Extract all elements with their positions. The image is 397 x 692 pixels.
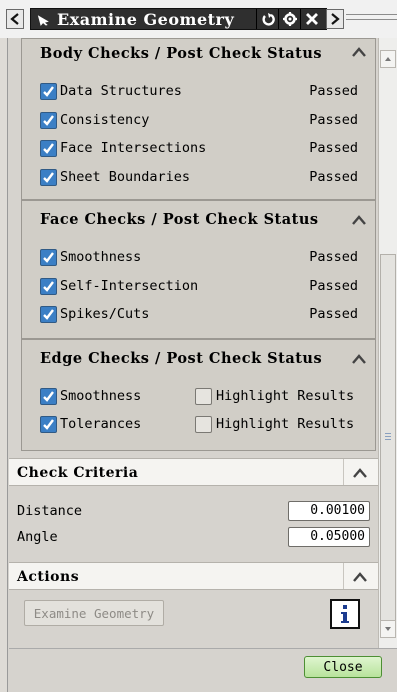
- sheet-boundaries-checkbox[interactable]: [40, 169, 57, 186]
- sheet-boundaries-label: Sheet Boundaries: [60, 169, 191, 185]
- chevron-up-icon[interactable]: [352, 570, 368, 584]
- self-intersection-label: Self-Intersection: [60, 278, 199, 294]
- chevron-left-icon[interactable]: [6, 9, 24, 29]
- check-row-smoothness: Smoothness Passed: [40, 247, 370, 269]
- scrollbar-thumb[interactable]: [380, 254, 396, 624]
- actions-header[interactable]: Actions: [9, 562, 378, 590]
- spikes-cuts-checkbox[interactable]: [40, 306, 57, 323]
- self-intersection-status: Passed: [309, 278, 358, 294]
- tolerances-label: Tolerances: [60, 416, 142, 432]
- dialog-title: Examine Geometry: [57, 9, 235, 29]
- info-icon[interactable]: [330, 599, 360, 629]
- scroll-down-button[interactable]: [380, 620, 396, 638]
- tolerances-highlight-checkbox[interactable]: [195, 416, 212, 433]
- actions-title: Actions: [17, 569, 80, 585]
- close-icon[interactable]: [300, 9, 323, 29]
- face-intersections-checkbox[interactable]: [40, 140, 57, 157]
- check-row-spikes-cuts: Spikes/Cuts Passed: [40, 304, 370, 326]
- data-structures-checkbox[interactable]: [40, 83, 57, 100]
- vertical-scrollbar[interactable]: [378, 38, 397, 648]
- consistency-label: Consistency: [60, 112, 150, 128]
- face-checks-header[interactable]: Face Checks / Post Check Status: [22, 201, 375, 231]
- self-intersection-checkbox[interactable]: [40, 278, 57, 295]
- examine-geometry-button[interactable]: Examine Geometry: [24, 600, 164, 626]
- body-checks-group: Body Checks / Post Check Status Data Str…: [21, 38, 376, 200]
- gear-icon[interactable]: [278, 9, 301, 29]
- angle-label: Angle: [17, 529, 58, 545]
- face-smoothness-checkbox[interactable]: [40, 249, 57, 266]
- title-bar: Examine Geometry: [0, 0, 397, 38]
- dialog-footer: Close: [9, 648, 397, 692]
- selection-arrow-icon: [31, 9, 55, 29]
- face-smoothness-label: Smoothness: [60, 249, 142, 265]
- body-checks-header[interactable]: Body Checks / Post Check Status: [22, 39, 375, 69]
- header-separator: [343, 459, 344, 485]
- face-intersections-label: Face Intersections: [60, 140, 207, 156]
- tolerances-highlight-label: Highlight Results: [216, 416, 355, 432]
- face-intersections-status: Passed: [309, 140, 358, 156]
- edge-checks-title: Edge Checks / Post Check Status: [40, 350, 323, 367]
- check-row-face-intersections: Face Intersections Passed: [40, 138, 370, 160]
- edge-checks-header[interactable]: Edge Checks / Post Check Status: [22, 340, 375, 370]
- chevron-up-icon[interactable]: [351, 45, 367, 59]
- consistency-status: Passed: [309, 112, 358, 128]
- edge-row-tolerances: Tolerances Highlight Results: [40, 414, 370, 436]
- distance-input[interactable]: 0.00100: [288, 501, 370, 521]
- check-criteria-title: Check Criteria: [17, 465, 139, 481]
- angle-input[interactable]: 0.05000: [288, 527, 370, 547]
- edge-row-smoothness: Smoothness Highlight Results: [40, 386, 370, 408]
- chevron-right-icon[interactable]: [326, 9, 344, 29]
- chevron-up-icon[interactable]: [351, 213, 367, 227]
- actions-section: Actions: [9, 562, 378, 602]
- smoothness-highlight-label: Highlight Results: [216, 388, 355, 404]
- face-smoothness-status: Passed: [309, 249, 358, 265]
- check-row-consistency: Consistency Passed: [40, 110, 370, 132]
- distance-row: Distance 0.00100: [9, 498, 378, 524]
- left-edge-strip: [0, 38, 8, 692]
- data-structures-label: Data Structures: [60, 83, 182, 99]
- tolerances-checkbox[interactable]: [40, 416, 57, 433]
- edge-checks-group: Edge Checks / Post Check Status Smoothne…: [21, 339, 376, 451]
- data-structures-status: Passed: [309, 83, 358, 99]
- reset-icon[interactable]: [256, 9, 279, 29]
- check-criteria-section: Check Criteria Distance 0.00100 Angle 0.…: [9, 458, 378, 552]
- close-button[interactable]: Close: [304, 656, 382, 678]
- sheet-boundaries-status: Passed: [309, 169, 358, 185]
- face-checks-title: Face Checks / Post Check Status: [40, 211, 319, 228]
- check-row-data-structures: Data Structures Passed: [40, 81, 370, 103]
- scrollbar-grip: [385, 433, 391, 443]
- body-checks-title: Body Checks / Post Check Status: [40, 45, 323, 62]
- check-criteria-header[interactable]: Check Criteria: [9, 458, 378, 486]
- spikes-cuts-status: Passed: [309, 306, 358, 322]
- header-separator: [343, 563, 344, 589]
- chevron-up-icon[interactable]: [351, 352, 367, 366]
- check-row-self-intersection: Self-Intersection Passed: [40, 276, 370, 298]
- dialog-scroll-area: Body Checks / Post Check Status Data Str…: [9, 38, 378, 648]
- distance-label: Distance: [17, 503, 83, 519]
- smoothness-highlight-checkbox[interactable]: [195, 388, 212, 405]
- title-decoration-lines: [346, 14, 397, 24]
- angle-row: Angle 0.05000: [9, 524, 378, 550]
- edge-smoothness-checkbox[interactable]: [40, 388, 57, 405]
- dialog-title-box: Examine Geometry: [30, 8, 327, 30]
- check-row-sheet-boundaries: Sheet Boundaries Passed: [40, 167, 370, 189]
- edge-smoothness-label: Smoothness: [60, 388, 142, 404]
- spikes-cuts-label: Spikes/Cuts: [60, 306, 150, 322]
- chevron-up-icon[interactable]: [352, 466, 368, 480]
- face-checks-group: Face Checks / Post Check Status Smoothne…: [21, 200, 376, 339]
- scroll-up-button[interactable]: [380, 50, 396, 68]
- consistency-checkbox[interactable]: [40, 112, 57, 129]
